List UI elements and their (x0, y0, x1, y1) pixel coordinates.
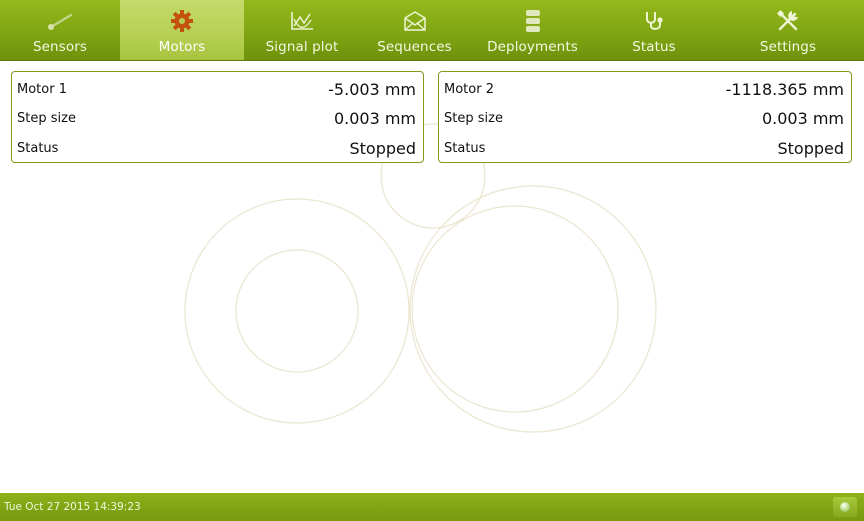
motor-2-panel: Motor 2 -1118.365 mm Step size 0.003 mm … (438, 71, 852, 163)
motor-position-value: -5.003 mm (328, 79, 416, 99)
nav-label: Motors (158, 39, 206, 55)
status-led-dot (840, 502, 850, 512)
status-value: Stopped (777, 138, 844, 158)
nav-item-settings[interactable]: Settings (712, 0, 864, 60)
motor-name: Motor 2 (444, 81, 494, 97)
status-label: Status (17, 140, 59, 156)
status-row: Status Stopped (17, 133, 416, 163)
status-value: Stopped (349, 138, 416, 158)
nav-label: Deployments (487, 39, 578, 55)
gear-icon (170, 6, 194, 36)
nav-item-sequences[interactable]: Sequences (360, 0, 469, 60)
status-bar: Tue Oct 27 2015 14:39:23 (0, 493, 864, 521)
database-icon (522, 6, 544, 36)
chart-icon (289, 6, 315, 36)
motor-name: Motor 1 (17, 81, 67, 97)
nav-item-status[interactable]: Status (596, 0, 712, 60)
nav-label: Signal plot (265, 39, 339, 55)
nav-label: Settings (759, 39, 817, 55)
sensor-probe-icon (43, 6, 77, 36)
motor-position-row: Motor 1 -5.003 mm (17, 74, 416, 104)
nav-item-deployments[interactable]: Deployments (469, 0, 596, 60)
status-label: Status (444, 140, 486, 156)
envelope-icon (402, 6, 428, 36)
status-led-icon[interactable] (833, 497, 857, 517)
step-size-label: Step size (17, 110, 76, 126)
nav-label: Sensors (32, 39, 87, 55)
status-row: Status Stopped (444, 133, 844, 163)
tools-icon (775, 6, 801, 36)
step-size-value: 0.003 mm (761, 108, 844, 128)
step-size-label: Step size (444, 110, 503, 126)
step-size-row: Step size 0.003 mm (17, 103, 416, 133)
nav-item-signal-plot[interactable]: Signal plot (244, 0, 360, 60)
datetime-display: Tue Oct 27 2015 14:39:23 (4, 501, 141, 513)
nav-item-motors[interactable]: Motors (120, 0, 244, 60)
nav-item-sensors[interactable]: Sensors (0, 0, 120, 60)
stethoscope-icon (642, 6, 666, 36)
main-navigation: Sensors Motors Signal plot Sequences Dep… (0, 0, 864, 61)
motor-position-value: -1118.365 mm (725, 79, 844, 99)
motor-1-panel: Motor 1 -5.003 mm Step size 0.003 mm Sta… (11, 71, 424, 163)
step-size-value: 0.003 mm (333, 108, 416, 128)
app-window: Sensors Motors Signal plot Sequences Dep… (0, 0, 864, 521)
nav-label: Status (632, 39, 676, 55)
step-size-row: Step size 0.003 mm (444, 103, 844, 133)
motor-position-row: Motor 2 -1118.365 mm (444, 74, 844, 104)
nav-label: Sequences (377, 39, 452, 55)
